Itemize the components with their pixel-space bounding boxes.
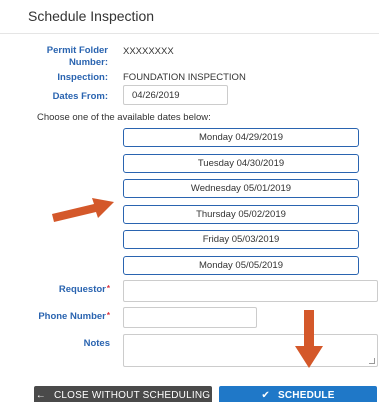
- close-button-label: CLOSE WITHOUT SCHEDULING: [53, 390, 211, 401]
- notes-label: Notes: [83, 338, 110, 349]
- annotation-arrow-icon: [52, 198, 114, 222]
- dialog-header: Schedule Inspection: [0, 0, 379, 34]
- close-without-scheduling-button[interactable]: ← CLOSE WITHOUT SCHEDULING: [34, 386, 212, 402]
- date-option-3[interactable]: Thursday 05/02/2019: [123, 205, 359, 224]
- permit-folder-label: Permit Folder Number:: [46, 45, 108, 68]
- dates-from-input[interactable]: 04/26/2019: [123, 85, 228, 105]
- resize-handle-icon[interactable]: [369, 358, 375, 364]
- phone-number-input[interactable]: [123, 307, 257, 328]
- date-option-2[interactable]: Wednesday 05/01/2019: [123, 179, 359, 198]
- required-marker: *: [106, 284, 110, 293]
- phone-number-label: Phone Number*: [30, 311, 110, 322]
- checkmark-icon: ✔: [261, 390, 270, 401]
- date-option-5[interactable]: Monday 05/05/2019: [123, 256, 359, 275]
- date-option-4[interactable]: Friday 05/03/2019: [123, 230, 359, 249]
- dialog-title: Schedule Inspection: [28, 8, 155, 24]
- date-option-1[interactable]: Tuesday 04/30/2019: [123, 154, 359, 173]
- requestor-input[interactable]: [123, 280, 378, 302]
- date-option-0[interactable]: Monday 04/29/2019: [123, 128, 359, 147]
- arrow-left-icon: ←: [35, 390, 46, 401]
- inspection-label: Inspection:: [57, 72, 108, 83]
- notes-textarea[interactable]: [123, 334, 378, 367]
- schedule-button[interactable]: ✔ SCHEDULE: [219, 386, 377, 402]
- requestor-label: Requestor*: [30, 284, 110, 295]
- permit-folder-value: XXXXXXXX: [123, 46, 174, 57]
- dates-from-label: Dates From:: [52, 91, 108, 102]
- inspection-value: FOUNDATION INSPECTION: [123, 72, 246, 83]
- choose-date-instructions: Choose one of the available dates below:: [37, 112, 211, 123]
- schedule-button-label: SCHEDULE: [277, 390, 335, 401]
- annotation-down-arrow-icon: [295, 310, 323, 368]
- requestor-label-text: Requestor: [58, 284, 106, 295]
- phone-number-label-text: Phone Number: [38, 311, 106, 322]
- required-marker: *: [106, 311, 110, 320]
